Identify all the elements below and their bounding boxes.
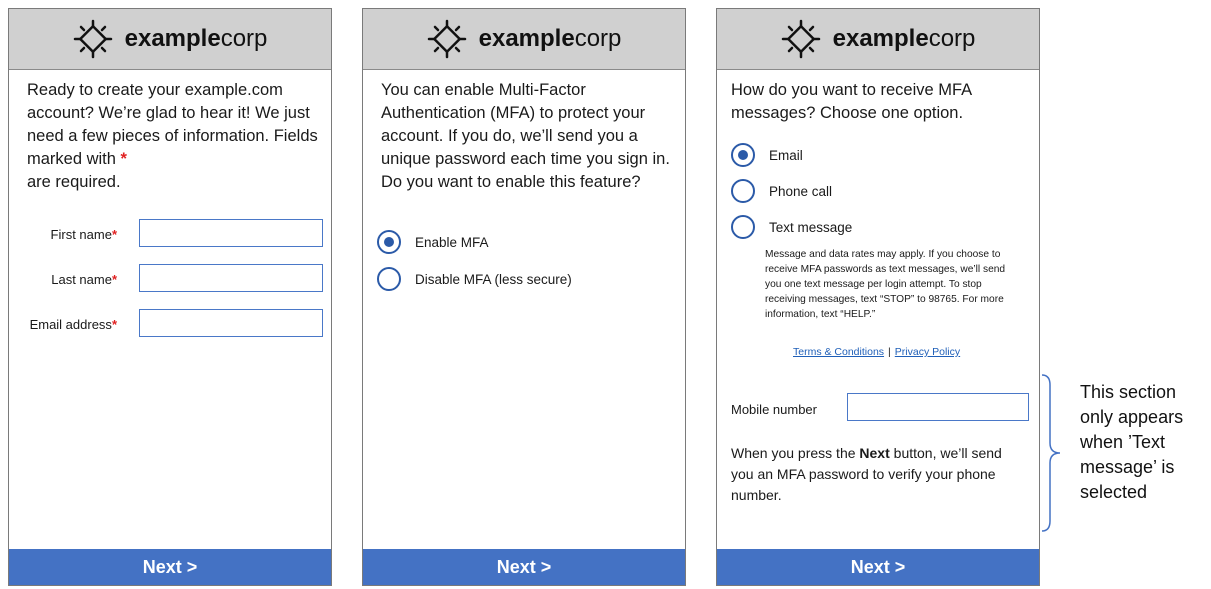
radio-disable-mfa[interactable]: Disable MFA (less secure) xyxy=(377,267,572,291)
required-marker: * xyxy=(120,150,127,168)
chip-logo-icon xyxy=(781,19,820,59)
intro-text: How do you want to receive MFA messages?… xyxy=(731,81,972,122)
radio-button[interactable] xyxy=(377,267,401,291)
chip-logo-icon xyxy=(73,19,112,59)
section-brace xyxy=(1041,374,1061,532)
intro-text: Ready to create your example.com account… xyxy=(27,81,318,191)
email-address-label: Email address* xyxy=(29,317,117,332)
last-name-input[interactable] xyxy=(139,264,323,292)
radio-button-checked[interactable] xyxy=(731,143,755,167)
last-name-label: Last name* xyxy=(51,272,117,287)
radio-button-checked[interactable] xyxy=(377,230,401,254)
mfa-method-screen: examplecorp How do you want to receive M… xyxy=(716,8,1040,586)
brand-name: examplecorp xyxy=(124,25,268,52)
radio-label: Phone call xyxy=(769,183,833,199)
mfa-enable-screen: examplecorp You can enable Multi-Factor … xyxy=(362,8,686,586)
radio-button[interactable] xyxy=(731,215,755,239)
header: examplecorp xyxy=(9,9,331,70)
verification-note: When you press the Next button, we’ll se… xyxy=(731,445,1002,503)
mobile-number-input[interactable] xyxy=(847,393,1029,421)
legal-links: Terms & Conditions | Privacy Policy xyxy=(793,346,960,358)
radio-label: Disable MFA (less secure) xyxy=(415,271,572,287)
next-button[interactable]: Next > xyxy=(363,549,685,585)
radio-label: Email xyxy=(769,147,803,163)
radio-text-message[interactable]: Text message xyxy=(731,215,852,239)
radio-phone-call[interactable]: Phone call xyxy=(731,179,832,203)
chip-logo-icon xyxy=(427,19,466,59)
privacy-link[interactable]: Privacy Policy xyxy=(895,346,960,358)
brand-name: examplecorp xyxy=(478,25,622,52)
signup-screen: examplecorp Ready to create your example… xyxy=(8,8,332,586)
terms-link[interactable]: Terms & Conditions xyxy=(793,346,884,358)
annotation-text: This section only appears when ’Text mes… xyxy=(1080,382,1184,502)
radio-label: Text message xyxy=(769,219,853,235)
first-name-label: First name* xyxy=(50,227,117,242)
brand-name: examplecorp xyxy=(832,25,976,52)
next-button[interactable]: Next > xyxy=(717,549,1039,585)
next-button[interactable]: Next > xyxy=(9,549,331,585)
mobile-number-label: Mobile number xyxy=(731,402,817,417)
header: examplecorp xyxy=(363,9,685,70)
sms-disclaimer: Message and data rates may apply. If you… xyxy=(765,249,1006,320)
first-name-input[interactable] xyxy=(139,219,323,247)
radio-label: Enable MFA xyxy=(415,234,489,250)
radio-enable-mfa[interactable]: Enable MFA xyxy=(377,230,489,254)
email-address-input[interactable] xyxy=(139,309,323,337)
link-separator: | xyxy=(888,346,891,358)
intro-text: You can enable Multi-Factor Authenticati… xyxy=(381,81,670,191)
header: examplecorp xyxy=(717,9,1039,70)
radio-email[interactable]: Email xyxy=(731,143,803,167)
radio-button[interactable] xyxy=(731,179,755,203)
